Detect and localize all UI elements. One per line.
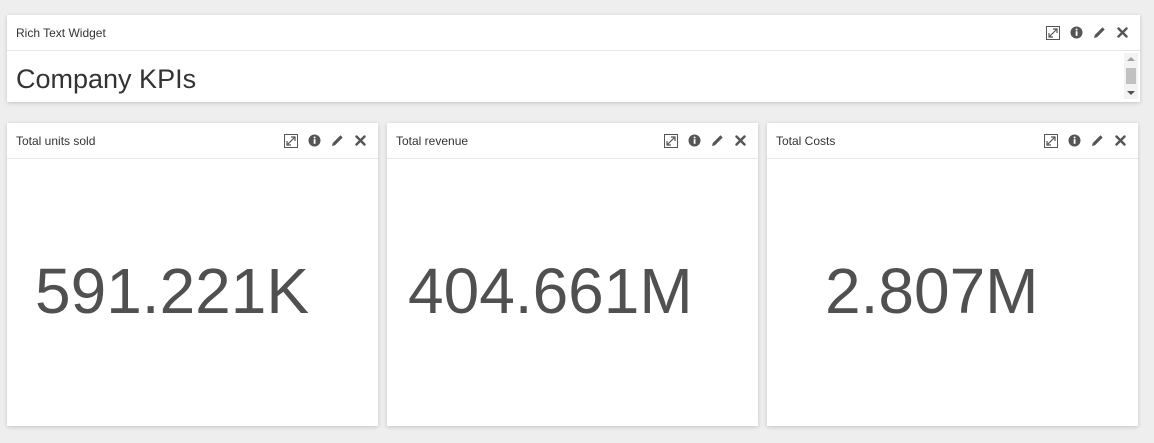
kpi-value: 591.221K bbox=[35, 255, 310, 327]
widget-title: Total revenue bbox=[396, 133, 469, 148]
info-icon[interactable] bbox=[1066, 133, 1082, 149]
rich-text-widget: Rich Text Widget Company KPIs bbox=[7, 15, 1140, 102]
expand-icon[interactable] bbox=[1045, 25, 1061, 41]
expand-icon[interactable] bbox=[1043, 133, 1059, 149]
close-icon[interactable] bbox=[1112, 133, 1128, 149]
kpi-value: 404.661M bbox=[408, 255, 693, 327]
scroll-thumb[interactable] bbox=[1126, 68, 1136, 84]
widget-header: Total revenue bbox=[387, 123, 758, 159]
widget-header: Total units sold bbox=[7, 123, 378, 159]
kpi-widget-units-sold: Total units sold 591.221K bbox=[7, 123, 378, 426]
pencil-icon[interactable] bbox=[709, 133, 725, 149]
close-icon[interactable] bbox=[352, 133, 368, 149]
rich-text-content: Company KPIs bbox=[16, 64, 197, 94]
expand-icon[interactable] bbox=[283, 133, 299, 149]
info-icon[interactable] bbox=[306, 133, 322, 149]
pencil-icon[interactable] bbox=[1089, 133, 1105, 149]
kpi-widget-costs: Total Costs 2.807M bbox=[767, 123, 1138, 426]
info-icon[interactable] bbox=[1068, 25, 1084, 41]
widget-title: Total Costs bbox=[776, 133, 836, 148]
kpi-body: 2.807M bbox=[767, 159, 1138, 425]
pencil-icon[interactable] bbox=[329, 133, 345, 149]
expand-icon[interactable] bbox=[663, 133, 679, 149]
kpi-value: 2.807M bbox=[825, 255, 1039, 327]
dashboard: Rich Text Widget Company KPIs Total unit… bbox=[0, 0, 1154, 443]
widget-toolbar bbox=[1045, 25, 1130, 41]
widget-toolbar bbox=[1043, 133, 1128, 149]
close-icon[interactable] bbox=[732, 133, 748, 149]
widget-title: Rich Text Widget bbox=[16, 25, 106, 40]
widget-toolbar bbox=[663, 133, 748, 149]
kpi-body: 591.221K bbox=[7, 159, 378, 425]
widget-toolbar bbox=[283, 133, 368, 149]
close-icon[interactable] bbox=[1114, 25, 1130, 41]
widget-title: Total units sold bbox=[16, 133, 96, 148]
scroll-down-arrow-icon[interactable] bbox=[1127, 91, 1135, 95]
scroll-up-arrow-icon[interactable] bbox=[1127, 57, 1135, 61]
info-icon[interactable] bbox=[686, 133, 702, 149]
vertical-scrollbar[interactable] bbox=[1124, 53, 1138, 99]
widget-header: Total Costs bbox=[767, 123, 1138, 159]
kpi-body: 404.661M bbox=[387, 159, 758, 425]
pencil-icon[interactable] bbox=[1091, 25, 1107, 41]
widget-header: Rich Text Widget bbox=[7, 15, 1140, 51]
kpi-widget-revenue: Total revenue 404.661M bbox=[387, 123, 758, 426]
rich-text-body[interactable]: Company KPIs bbox=[7, 51, 1140, 101]
